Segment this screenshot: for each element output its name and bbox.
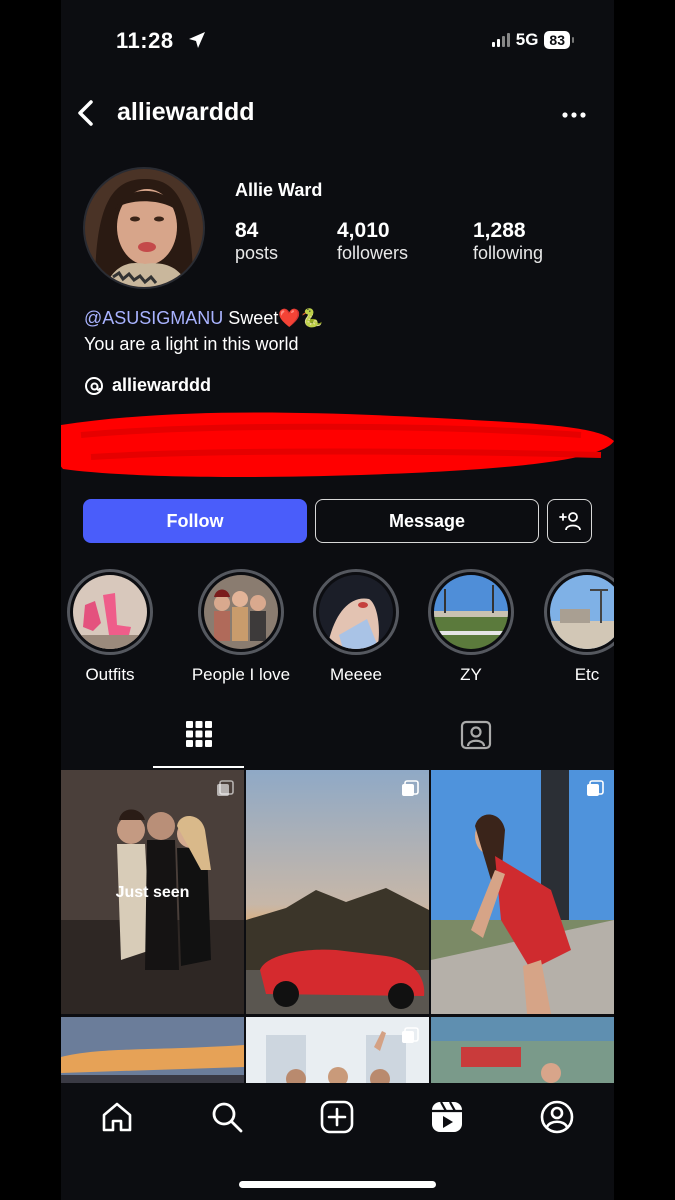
threads-link[interactable]: alliewarddd — [84, 375, 211, 396]
highlight-label: Outfits — [85, 665, 135, 684]
following-label: following — [473, 243, 544, 264]
tab-tagged[interactable] — [451, 720, 501, 768]
home-indicator[interactable] — [239, 1181, 436, 1188]
signal-icon — [491, 33, 510, 47]
tab-posts-grid[interactable] — [153, 720, 244, 768]
highlight-ring — [428, 569, 514, 655]
stat-followers[interactable]: 4,010 followers — [337, 218, 408, 265]
highlight-cover — [73, 575, 147, 649]
bio-line-2: You are a light in this world — [84, 334, 299, 354]
post-image — [61, 1017, 244, 1087]
post-thumbnail-1[interactable]: Just seen — [61, 770, 244, 1014]
avatar-photo — [85, 169, 203, 287]
carousel-icon — [587, 780, 604, 796]
carousel-icon — [217, 780, 234, 796]
add-person-icon — [558, 512, 581, 531]
highlight-ring — [313, 569, 399, 655]
profile-username-title: alliewarddd — [117, 98, 255, 126]
post-image — [431, 1017, 614, 1087]
highlight-ring — [198, 569, 284, 655]
post-thumbnail-4[interactable] — [61, 1017, 244, 1087]
highlight-cover — [434, 575, 508, 649]
highlight-label: Etc — [574, 665, 600, 684]
more-options-icon[interactable] — [559, 100, 589, 130]
suggested-accounts-button[interactable] — [547, 499, 592, 543]
bio-line-1-text: Sweet❤️🐍 — [223, 308, 324, 328]
threads-icon — [85, 376, 103, 395]
highlight-cover — [550, 575, 614, 649]
highlight-meeee[interactable]: Meeee — [301, 569, 411, 685]
highlight-zy[interactable]: ZY — [416, 569, 526, 685]
highlight-label: People I love — [191, 665, 291, 684]
post-thumbnail-6[interactable] — [431, 1017, 614, 1087]
post-image — [431, 770, 614, 1014]
grid-icon — [185, 721, 212, 747]
search-icon[interactable] — [209, 1099, 245, 1135]
reels-icon[interactable] — [429, 1099, 465, 1135]
profile-display-name: Allie Ward — [235, 180, 323, 200]
carousel-icon — [402, 780, 419, 796]
message-button[interactable]: Message — [315, 499, 539, 543]
just-seen-overlay: Just seen — [115, 884, 190, 901]
post-thumbnail-5[interactable] — [246, 1017, 429, 1087]
create-post-icon[interactable] — [319, 1099, 355, 1135]
stat-posts[interactable]: 84 posts — [235, 218, 278, 265]
bio-mention-link[interactable]: @ASUSIGMANU — [84, 308, 223, 328]
bio-line-1: @ASUSIGMANU Sweet❤️🐍 — [84, 308, 323, 329]
highlight-ring — [544, 569, 614, 655]
status-right: 5G 83 — [491, 30, 574, 50]
highlight-outfits[interactable]: Outfits — [61, 569, 165, 685]
followers-label: followers — [337, 243, 409, 264]
location-arrow-icon — [189, 32, 205, 48]
follow-button[interactable]: Follow — [83, 499, 307, 543]
active-tab-indicator — [153, 766, 244, 768]
highlight-ring — [67, 569, 153, 655]
highlight-cover — [204, 575, 278, 649]
home-icon[interactable] — [99, 1099, 135, 1135]
status-time: 11:28 — [116, 28, 174, 53]
profile-avatar[interactable] — [83, 167, 205, 289]
tagged-person-icon — [460, 720, 492, 750]
post-image — [246, 770, 429, 1014]
posts-label: posts — [235, 243, 279, 264]
highlight-cover — [319, 575, 393, 649]
back-chevron-icon[interactable] — [71, 98, 101, 128]
carousel-icon — [402, 1027, 419, 1043]
threads-handle: alliewarddd — [112, 375, 212, 395]
highlight-label: Meeee — [330, 665, 382, 684]
highlight-people-i-love[interactable]: People I love — [186, 569, 296, 685]
followers-count: 4,010 — [337, 219, 390, 242]
highlight-label: ZY — [460, 665, 482, 684]
redaction-scribble — [61, 412, 614, 477]
phone-screen: 11:28 5G 83 alliewarddd Allie Ward 84 po… — [61, 0, 614, 1200]
network-type: 5G — [515, 30, 539, 49]
profile-icon[interactable] — [539, 1099, 575, 1135]
post-thumbnail-2[interactable] — [246, 770, 429, 1014]
battery-indicator: 83 — [544, 31, 574, 49]
stat-following[interactable]: 1,288 following — [473, 218, 543, 265]
post-thumbnail-3[interactable] — [431, 770, 614, 1014]
posts-count: 84 — [235, 219, 259, 242]
following-count: 1,288 — [473, 219, 526, 242]
highlight-etc[interactable]: Etc — [532, 569, 614, 685]
